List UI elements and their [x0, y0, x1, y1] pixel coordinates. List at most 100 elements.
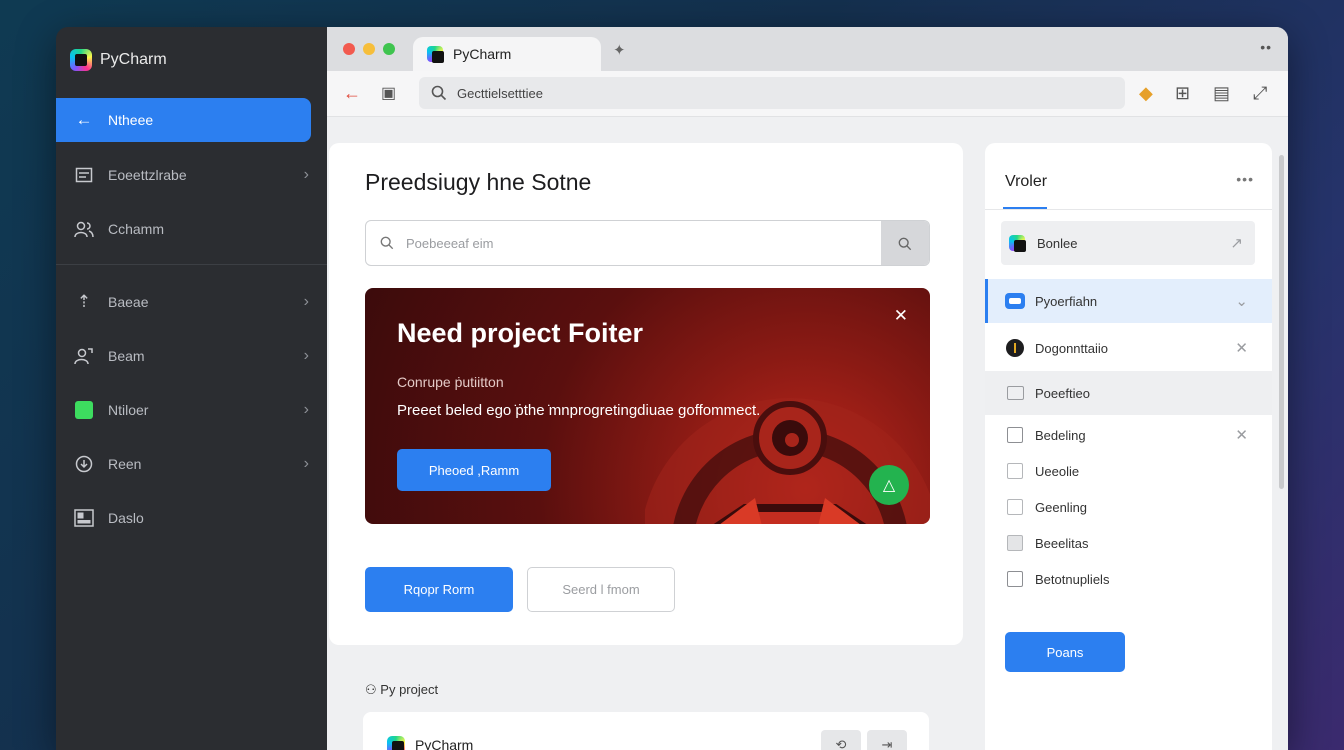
window-controls — [343, 43, 395, 55]
more-options-icon[interactable]: ••• — [1236, 171, 1254, 187]
address-bar[interactable]: Gecttielsetttiee — [419, 77, 1125, 109]
sidebar-item-download[interactable]: Reen › — [56, 442, 327, 486]
sidebar-item-upload[interactable]: ⇡ Baeae › — [56, 280, 327, 324]
sidebar-item-label: Beam — [108, 348, 145, 364]
panel-row-label: Bedeling — [1035, 427, 1086, 443]
scrollbar[interactable] — [1279, 155, 1284, 489]
sidebar-item-label: Eoeettzlrabe — [108, 167, 187, 183]
search-input[interactable]: Poebeeeaf eim — [365, 220, 930, 266]
chevron-right-icon: › — [303, 455, 309, 472]
browser-tab[interactable]: PyCharm — [413, 37, 601, 71]
chevron-right-icon: › — [303, 347, 309, 364]
open-button[interactable]: ⇥ — [867, 730, 907, 750]
section-label: ⚇ Py project — [365, 682, 439, 697]
right-panel: Vroler ••• Bonlee ↗ Pyoerfiahn ⌄ Dogonnt… — [985, 143, 1272, 750]
people-icon — [74, 219, 94, 239]
panel-row[interactable]: Ueeolie — [985, 453, 1272, 489]
refresh-button[interactable]: ⟲ — [821, 730, 861, 750]
tab-title: PyCharm — [453, 46, 512, 62]
pycharm-icon — [387, 736, 405, 750]
back-arrow-icon[interactable]: ← — [343, 83, 361, 104]
sidebar-item-label: Cchamm — [108, 221, 165, 237]
download-circle-icon — [74, 454, 94, 474]
arrow-icon: ↗ — [1230, 235, 1243, 252]
arrow-left-icon: ← — [75, 110, 93, 129]
search-placeholder: Poebeeeaf eim — [406, 235, 494, 251]
panel-row-label: Geenling — [1035, 499, 1088, 515]
layout-icon — [74, 508, 94, 528]
sidebar-divider — [56, 264, 327, 265]
dark-circle-icon — [1005, 338, 1025, 358]
sidebar-item-layout[interactable]: Daslo — [56, 496, 327, 540]
app-window: PyCharm ← Ntheee Eoeettzlrabe › Cchamm ⇡… — [56, 27, 1288, 750]
chevron-right-icon: › — [303, 401, 309, 418]
panel-row[interactable]: Beeelitas — [985, 525, 1272, 561]
close-window-button[interactable] — [343, 43, 355, 55]
list-icon — [74, 165, 94, 185]
pycharm-logo-icon — [70, 49, 92, 71]
close-icon[interactable]: ✕ — [1235, 339, 1248, 357]
chevron-down-icon: ⌄ — [1235, 293, 1248, 310]
panel-row[interactable]: Betotnupliels — [985, 561, 1272, 597]
folder-green-icon — [74, 400, 94, 420]
project-card[interactable]: PyCharm ⟲ ⇥ — [363, 712, 929, 750]
panel-row-label: Bonlee — [1037, 235, 1078, 251]
sidebar-item-back[interactable]: ← Ntheee — [56, 98, 311, 142]
panel-row-selected-card[interactable]: Bonlee ↗ — [1001, 221, 1255, 265]
panel-row-label: Beeelitas — [1035, 535, 1089, 551]
banner-description: Preeet beled ego ̇ṗthe ̇mnprogretingdiua… — [397, 402, 761, 419]
close-icon[interactable]: ✕ — [1235, 426, 1248, 444]
sidebar-item-user-edit[interactable]: Beam › — [56, 334, 327, 378]
panel-row[interactable]: Bedeling ✕ — [985, 417, 1272, 453]
sidebar: PyCharm ← Ntheee Eoeettzlrabe › Cchamm ⇡… — [56, 27, 327, 750]
folder-icon: ⚇ — [365, 682, 377, 697]
doc-icon — [1005, 461, 1025, 481]
banner-action-button[interactable]: Pheoed ,Ramm — [397, 449, 551, 491]
chevron-right-icon: › — [303, 166, 309, 183]
pycharm-icon — [1007, 233, 1027, 253]
upload-icon: ⇡ — [76, 292, 92, 311]
search-button[interactable] — [881, 221, 929, 265]
fab-action-icon[interactable]: △ — [869, 465, 909, 505]
grid-icon[interactable]: ⊞ — [1175, 83, 1190, 104]
panel-action-button[interactable]: Poans — [1005, 632, 1125, 672]
banner-title: Need project Foiter — [397, 318, 644, 348]
panel-row-label: Poeeftieo — [1035, 385, 1090, 401]
panel-row-label: Dogonnttaiio — [1035, 340, 1108, 356]
panel-row-label: Pyoerfiahn — [1035, 293, 1098, 309]
panel-row-active[interactable]: Pyoerfiahn ⌄ — [985, 279, 1272, 323]
checkbox-icon[interactable] — [1005, 569, 1025, 589]
content-card: Preedsiugy hne Sotne Poebeeeaf eim Need … — [329, 143, 963, 645]
brand-name: PyCharm — [100, 51, 167, 68]
sidebar-item-label: Reen — [108, 456, 142, 472]
sidebar-item-label: Baeae — [108, 294, 149, 310]
clipboard-icon[interactable]: ▤ — [1213, 83, 1230, 104]
project-name: PyCharm — [415, 737, 474, 750]
sidebar-item-people[interactable]: Cchamm — [56, 207, 327, 251]
panel-row[interactable]: Geenling — [985, 489, 1272, 525]
chevron-right-icon: › — [303, 293, 309, 310]
toolbar: ← ▣ Gecttielsetttiee ◆ ⊞ ▤ ⤢ — [327, 71, 1288, 117]
bookmark-icon[interactable]: ◆ — [1139, 83, 1153, 104]
new-tab-icon[interactable]: ✦ — [613, 41, 626, 59]
brand[interactable]: PyCharm — [70, 49, 167, 71]
panel-row-label: Betotnupliels — [1035, 571, 1110, 587]
sidebar-item-label: Ntheee — [108, 112, 154, 128]
minimize-window-button[interactable] — [363, 43, 375, 55]
sidebar-item-list[interactable]: Eoeettzlrabe › — [56, 153, 327, 197]
banner-subtitle: Conrupe ṗutiitton — [397, 374, 504, 390]
primary-button[interactable]: Rqopr Rorm — [365, 567, 513, 612]
panel-row[interactable]: Dogonnttaiio ✕ — [985, 326, 1272, 370]
sidebar-item-folder[interactable]: Ntiloer › — [56, 388, 327, 432]
secondary-button[interactable]: Seerd l fmom — [527, 567, 675, 612]
home-icon[interactable]: ▣ — [381, 83, 396, 103]
doc-icon — [1005, 497, 1025, 517]
expand-icon[interactable]: ⤢ — [1253, 83, 1267, 104]
checkbox-icon[interactable] — [1005, 425, 1025, 445]
sidebar-item-label: Ntiloer — [108, 402, 149, 418]
maximize-window-button[interactable] — [383, 43, 395, 55]
search-icon — [380, 236, 394, 250]
panel-row[interactable]: Poeeftieo — [985, 371, 1272, 415]
close-icon[interactable]: ✕ — [894, 306, 908, 326]
more-dots-icon[interactable]: •• — [1260, 39, 1272, 55]
